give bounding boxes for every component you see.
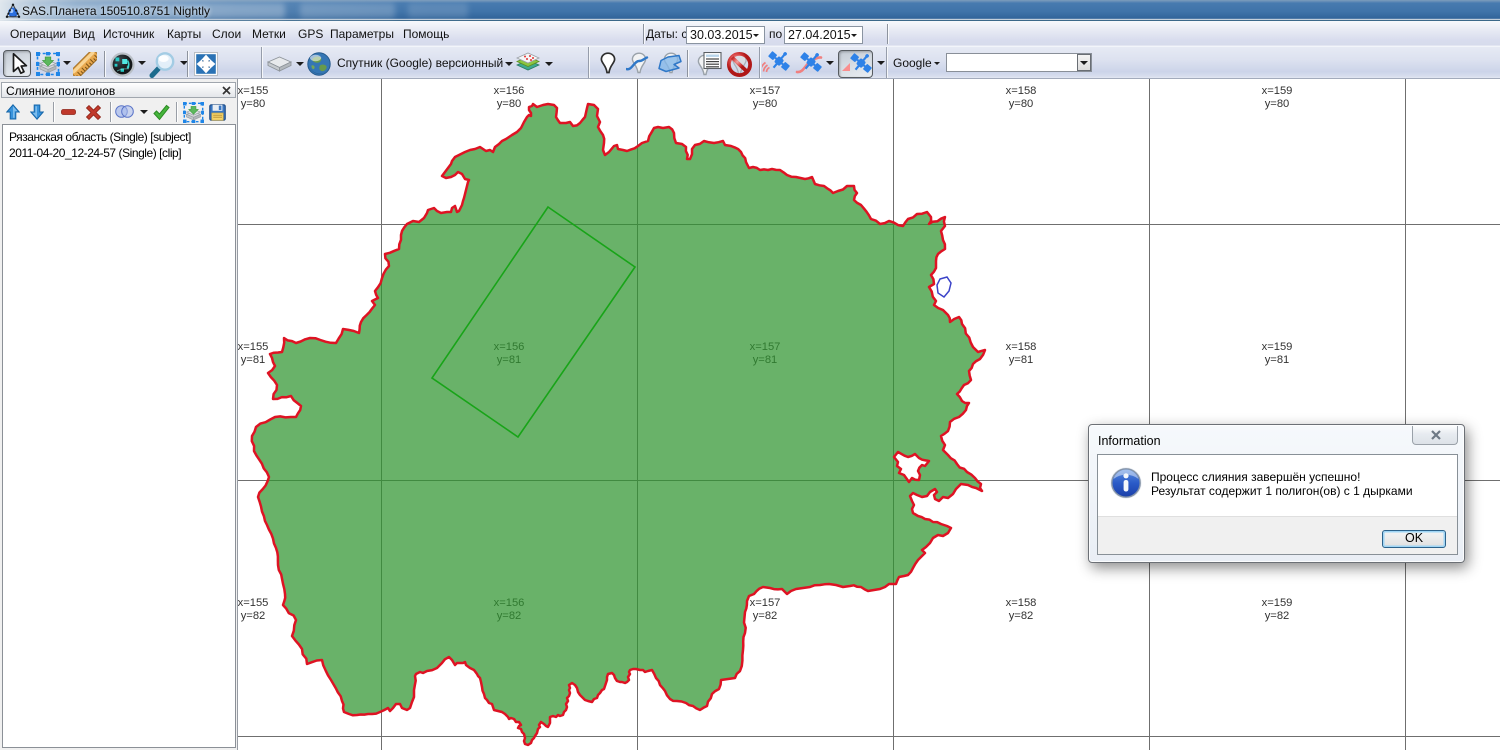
svg-text:x=155: x=155 xyxy=(238,597,269,609)
svg-text:x=158: x=158 xyxy=(1006,85,1037,97)
svg-text:y=81: y=81 xyxy=(241,354,266,366)
svg-text:y=82: y=82 xyxy=(241,610,266,622)
svg-text:x=158: x=158 xyxy=(1006,341,1037,353)
svg-text:x=159: x=159 xyxy=(1262,597,1293,609)
svg-text:y=82: y=82 xyxy=(1009,610,1034,622)
svg-text:y=81: y=81 xyxy=(1265,354,1290,366)
svg-text:x=159: x=159 xyxy=(1262,85,1293,97)
svg-text:y=80: y=80 xyxy=(241,98,266,110)
svg-text:x=157: x=157 xyxy=(750,597,781,609)
svg-text:x=157: x=157 xyxy=(750,85,781,97)
svg-text:y=80: y=80 xyxy=(753,98,778,110)
svg-text:y=80: y=80 xyxy=(497,98,522,110)
svg-text:x=155: x=155 xyxy=(238,85,269,97)
svg-text:x=158: x=158 xyxy=(1006,597,1037,609)
svg-text:y=82: y=82 xyxy=(753,610,778,622)
svg-text:x=155: x=155 xyxy=(238,341,269,353)
svg-text:y=81: y=81 xyxy=(1009,354,1034,366)
svg-text:y=80: y=80 xyxy=(1009,98,1034,110)
svg-text:x=159: x=159 xyxy=(1262,341,1293,353)
svg-text:y=82: y=82 xyxy=(1265,610,1290,622)
svg-text:x=156: x=156 xyxy=(494,85,525,97)
svg-text:y=80: y=80 xyxy=(1265,98,1290,110)
